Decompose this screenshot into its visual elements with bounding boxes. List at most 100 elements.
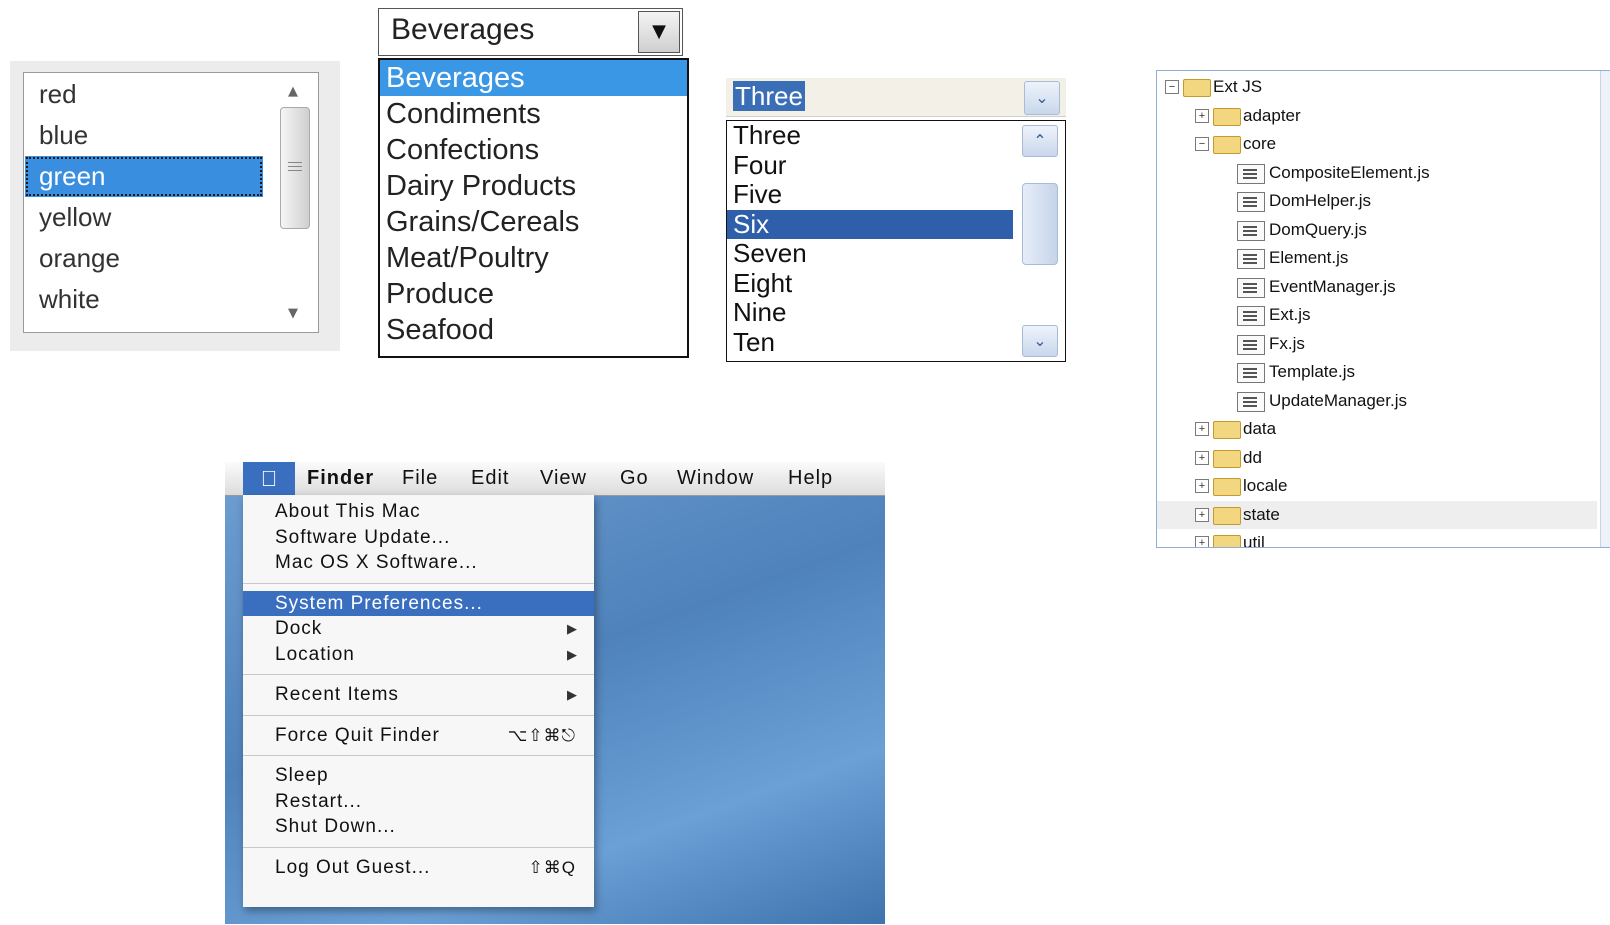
scroll-up-arrow-icon[interactable]: ▲: [268, 79, 318, 105]
listbox[interactable]: red blue green yellow orange white ▲ ▼: [23, 72, 319, 333]
menubar-item[interactable]: View: [540, 462, 587, 495]
combo-option[interactable]: Beverages: [380, 60, 687, 96]
combo-option[interactable]: Meat/Poultry: [380, 240, 687, 276]
scroll-thumb[interactable]: [280, 107, 310, 229]
select-scrollbar[interactable]: ⌃ ⌄: [1015, 121, 1065, 361]
select-option[interactable]: Seven: [727, 238, 1013, 269]
tree-node-label: DomHelper.js: [1269, 191, 1372, 210]
select-option[interactable]: Six: [727, 209, 1013, 239]
folder-icon: [1213, 107, 1241, 126]
menu-item-label: Location: [275, 643, 355, 665]
combo-option[interactable]: Confections: [380, 132, 687, 168]
menu-item[interactable]: System Preferences...: [243, 590, 594, 616]
expand-toggle-icon[interactable]: +: [1195, 536, 1209, 547]
tree-node-label: dd: [1243, 447, 1262, 467]
dropdown-arrow-icon[interactable]: ▼: [638, 11, 680, 53]
list-item[interactable]: red: [25, 74, 263, 115]
tree-node[interactable]: Ext.js: [1157, 301, 1597, 329]
select-value: Three: [733, 81, 805, 111]
expand-toggle-icon[interactable]: +: [1195, 507, 1209, 522]
combo-field[interactable]: Beverages ▼: [378, 8, 683, 56]
chevron-down-icon[interactable]: ⌄: [1024, 81, 1060, 115]
menu-item-label: System Preferences...: [275, 592, 483, 614]
combo-option[interactable]: Condiments: [380, 96, 687, 132]
menu-item[interactable]: Log Out Guest... ⇧⌘Q: [243, 855, 594, 880]
collapse-toggle-icon[interactable]: −: [1195, 137, 1209, 151]
select-option[interactable]: Ten: [727, 327, 1013, 358]
collapse-toggle-icon[interactable]: −: [1165, 80, 1179, 94]
list-item[interactable]: orange: [25, 238, 263, 279]
combo-option[interactable]: Produce: [380, 276, 687, 312]
expand-toggle-icon[interactable]: +: [1195, 422, 1209, 436]
list-item[interactable]: white: [25, 279, 263, 320]
menubar-item[interactable]: File: [402, 462, 438, 495]
tree-node[interactable]: Element.js: [1157, 244, 1597, 272]
tree-root[interactable]: − Ext JS: [1157, 73, 1597, 101]
menu-item[interactable]: Location ▶: [243, 642, 594, 667]
tree-node[interactable]: CompositeElement.js: [1157, 159, 1597, 187]
tree-node[interactable]: EventManager.js: [1157, 273, 1597, 301]
tree-node[interactable]: + dd: [1157, 444, 1597, 472]
listbox-items: red blue green yellow orange white: [25, 74, 263, 320]
select-option[interactable]: Nine: [727, 297, 1013, 328]
expand-toggle-icon[interactable]: +: [1195, 108, 1209, 123]
tree-node[interactable]: DomHelper.js: [1157, 187, 1597, 215]
menubar-item[interactable]: Window: [677, 462, 754, 495]
menu-item[interactable]: Recent Items ▶: [243, 682, 594, 707]
js-file-icon: [1237, 277, 1265, 298]
menu-item[interactable]: Force Quit Finder ⌥⇧⌘⎋: [243, 723, 594, 748]
list-item[interactable]: blue: [25, 115, 263, 156]
tree-node[interactable]: + adapter: [1157, 102, 1597, 130]
menubar-item[interactable]: Go: [620, 462, 649, 495]
tree-node[interactable]: Template.js: [1157, 358, 1597, 386]
select-option[interactable]: Four: [727, 150, 1013, 181]
menu-item[interactable]: Restart...: [243, 789, 594, 814]
tree-node[interactable]: + data: [1157, 415, 1597, 443]
select-list[interactable]: Three Four Five Six Seven Eight Nine Ten ⌃ ⌄: [726, 120, 1066, 362]
menubar-item[interactable]: Help: [788, 462, 833, 495]
menu-item[interactable]: Shut Down...: [243, 814, 594, 839]
select-field[interactable]: Three ⌄: [726, 78, 1066, 117]
select-scroll-thumb[interactable]: [1022, 183, 1058, 265]
tree-node-label: Element.js: [1269, 248, 1349, 267]
menu-separator: [243, 846, 594, 848]
folder-icon: [1213, 478, 1241, 496]
select-option[interactable]: Three: [727, 121, 1013, 151]
tree-node[interactable]: − core: [1157, 130, 1597, 158]
tree-node[interactable]: DomQuery.js: [1157, 216, 1597, 244]
menu-item-label: Sleep: [275, 765, 329, 786]
combo-option[interactable]: Grains/Cereals: [380, 204, 687, 240]
expand-toggle-icon[interactable]: +: [1195, 450, 1209, 465]
list-item[interactable]: green: [25, 156, 263, 197]
tree-node[interactable]: + util: [1157, 529, 1597, 547]
tree-node[interactable]: + state: [1157, 500, 1597, 529]
tree-node[interactable]: UpdateManager.js: [1157, 387, 1597, 415]
menu-item[interactable]: Software Update...: [243, 525, 594, 550]
menu-item-label: Software Update...: [275, 526, 451, 548]
menu-item[interactable]: Mac OS X Software...: [243, 550, 594, 575]
tree-scrollbar[interactable]: [1600, 71, 1610, 547]
menubar-item[interactable]: Edit: [471, 462, 509, 495]
scroll-down-arrow-icon[interactable]: ▼: [268, 301, 318, 327]
list-item[interactable]: yellow: [25, 197, 263, 238]
js-file-icon: [1237, 163, 1265, 184]
chevron-up-icon[interactable]: ⌃: [1022, 125, 1058, 157]
combo-option[interactable]: Dairy Products: [380, 168, 687, 204]
menu-item[interactable]: Sleep: [243, 763, 594, 788]
menu-separator: [243, 714, 594, 716]
apple-icon[interactable]: : [243, 462, 295, 495]
menu-item-label: Recent Items: [275, 684, 399, 705]
combo-panel: Beverages ▼ Beverages Condiments Confectio…: [378, 8, 691, 360]
menu-item[interactable]: About This Mac: [243, 499, 594, 524]
chevron-down-icon[interactable]: ⌄: [1022, 325, 1058, 357]
menubar-item[interactable]: Finder: [307, 462, 374, 495]
select-option[interactable]: Five: [727, 179, 1013, 210]
combo-option[interactable]: Seafood: [380, 312, 687, 348]
expand-toggle-icon[interactable]: +: [1195, 479, 1209, 493]
select-option[interactable]: Eight: [727, 268, 1013, 299]
tree-node[interactable]: + locale: [1157, 472, 1597, 500]
listbox-scrollbar[interactable]: ▲ ▼: [268, 73, 318, 332]
tree-node[interactable]: Fx.js: [1157, 330, 1597, 358]
menu-item[interactable]: Dock ▶: [243, 616, 594, 641]
js-file-icon: [1237, 249, 1265, 269]
